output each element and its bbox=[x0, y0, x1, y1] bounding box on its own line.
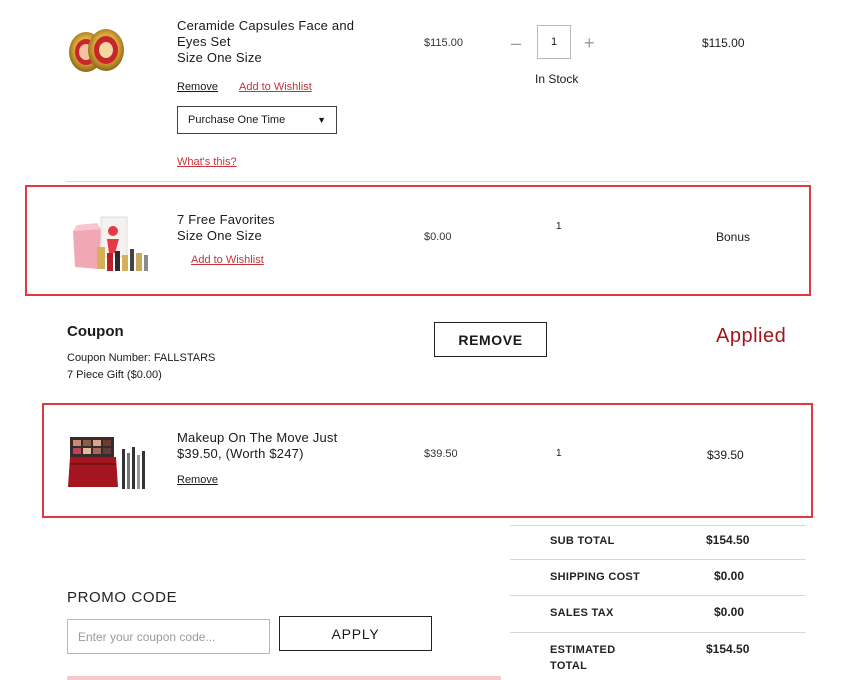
estimated-total-label-line1: ESTIMATED bbox=[550, 644, 616, 656]
decrease-quantity-button[interactable]: – bbox=[511, 34, 521, 52]
product-image-7-free-favorites[interactable] bbox=[67, 209, 151, 275]
line-total-bonus: Bonus bbox=[716, 230, 751, 244]
gift-bag-icon bbox=[73, 216, 148, 271]
apply-promo-label: APPLY bbox=[331, 625, 380, 642]
coupon-title: Coupon bbox=[67, 323, 124, 340]
line-total: $115.00 bbox=[702, 36, 745, 50]
line-total: $39.50 bbox=[707, 448, 744, 462]
apply-promo-button[interactable]: APPLY bbox=[279, 616, 432, 651]
product-name-line1[interactable]: Makeup On The Move Just bbox=[177, 430, 337, 446]
add-to-wishlist-link[interactable]: Add to Wishlist bbox=[191, 254, 264, 266]
stock-status: In Stock bbox=[535, 72, 579, 86]
sales-tax-label: SALES TAX bbox=[550, 607, 614, 619]
product-name-line2[interactable]: $39.50, (Worth $247) bbox=[177, 446, 304, 462]
summary-divider bbox=[510, 525, 806, 526]
purchase-option-select[interactable]: Purchase One Time ▼ bbox=[177, 106, 337, 134]
product-size: Size One Size bbox=[177, 50, 262, 65]
quantity-value: 1 bbox=[556, 221, 562, 232]
product-name[interactable]: 7 Free Favorites bbox=[177, 212, 275, 228]
product-name[interactable]: Ceramide Capsules Face and Eyes Set bbox=[177, 18, 377, 50]
sales-tax-value: $0.00 bbox=[714, 605, 745, 619]
caret-down-icon: ▼ bbox=[317, 115, 326, 125]
unit-price: $0.00 bbox=[424, 231, 452, 243]
coupon-applied-status: Applied bbox=[716, 325, 787, 347]
quantity-input[interactable]: 1 bbox=[537, 25, 571, 59]
gold-capsules-icon bbox=[69, 29, 124, 72]
remove-coupon-button[interactable]: REMOVE bbox=[434, 322, 547, 357]
coupon-gift: 7 Piece Gift ($0.00) bbox=[67, 369, 162, 381]
promo-code-title: PROMO CODE bbox=[67, 589, 178, 606]
summary-divider bbox=[510, 595, 806, 596]
cart-item-row: Ceramide Capsules Face and Eyes Set Size… bbox=[0, 0, 860, 182]
shipping-cost-value: $0.00 bbox=[714, 569, 745, 583]
coupon-number: Coupon Number: FALLSTARS bbox=[67, 352, 216, 364]
quantity-value: 1 bbox=[550, 36, 558, 48]
increase-quantity-button[interactable]: + bbox=[584, 34, 595, 52]
shipping-cost-label: SHIPPING COST bbox=[550, 571, 641, 583]
unit-price: $115.00 bbox=[424, 37, 463, 49]
estimated-total-label-line2: TOTAL bbox=[550, 660, 588, 672]
coupon-section: Coupon Coupon Number: FALLSTARS 7 Piece … bbox=[0, 310, 860, 390]
product-image-makeup-on-the-move[interactable] bbox=[68, 433, 146, 491]
promo-code-section: PROMO CODE APPLY bbox=[0, 585, 501, 680]
remove-link[interactable]: Remove bbox=[177, 81, 218, 93]
summary-divider bbox=[510, 632, 806, 633]
summary-divider bbox=[510, 559, 806, 560]
highlighted-bonus-item: 7 Free Favorites Size One Size Add to Wi… bbox=[25, 185, 811, 296]
promo-code-input[interactable] bbox=[67, 619, 270, 654]
whats-this-link[interactable]: What's this? bbox=[177, 156, 237, 168]
add-to-wishlist-link[interactable]: Add to Wishlist bbox=[239, 81, 312, 93]
estimated-total-value: $154.50 bbox=[706, 642, 750, 656]
promo-bottom-bar bbox=[67, 676, 501, 680]
product-image-ceramide-capsules[interactable] bbox=[66, 24, 128, 78]
remove-coupon-label: REMOVE bbox=[458, 331, 523, 348]
row-divider bbox=[66, 181, 810, 182]
purchase-option-value: Purchase One Time bbox=[188, 114, 286, 126]
order-summary: SUB TOTAL $154.50 SHIPPING COST $0.00 SA… bbox=[510, 525, 810, 680]
product-size: Size One Size bbox=[177, 228, 262, 243]
unit-price: $39.50 bbox=[424, 448, 458, 460]
subtotal-label: SUB TOTAL bbox=[550, 535, 615, 547]
subtotal-value: $154.50 bbox=[706, 533, 750, 547]
remove-link[interactable]: Remove bbox=[177, 474, 218, 486]
highlighted-promo-item: Makeup On The Move Just $39.50, (Worth $… bbox=[42, 403, 813, 518]
quantity-value: 1 bbox=[556, 448, 562, 459]
makeup-case-icon bbox=[68, 437, 145, 489]
